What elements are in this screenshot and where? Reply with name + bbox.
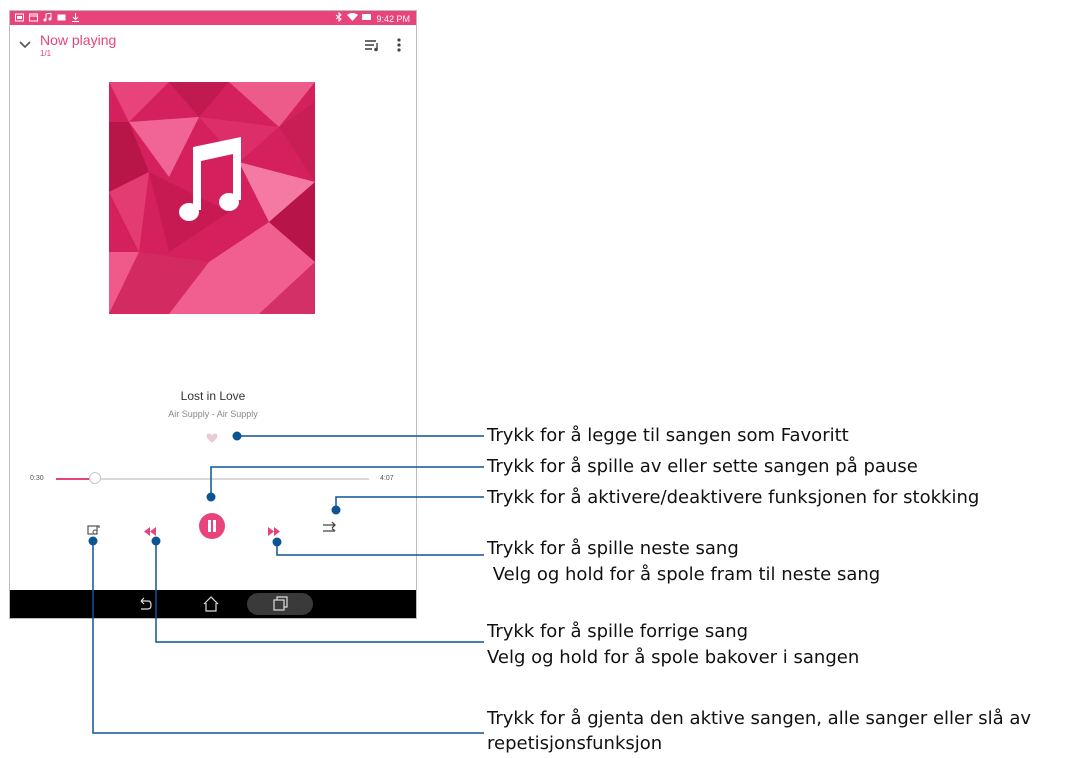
callout-play-pause: Trykk for å spille av eller sette sangen… <box>487 456 918 477</box>
callout-prev-line1: Trykk for å spille forrige sang <box>487 621 749 642</box>
callout-repeat-line1: Trykk for å gjenta den aktive sangen, al… <box>487 708 1032 729</box>
callout-prev-line2: Velg og hold for å spole bakover i sange… <box>487 647 860 668</box>
callout-repeat-line2: repetisjonsfunksjon <box>487 733 663 754</box>
callout-favorite: Trykk for å legge til sangen som Favorit… <box>487 425 849 446</box>
callout-shuffle: Trykk for å aktivere/deaktivere funksjon… <box>487 487 980 508</box>
callout-next-line2: Velg og hold for å spole fram til neste … <box>487 564 881 585</box>
callout-lines <box>88 431 484 734</box>
callout-next-line1: Trykk for å spille neste sang <box>487 538 739 559</box>
